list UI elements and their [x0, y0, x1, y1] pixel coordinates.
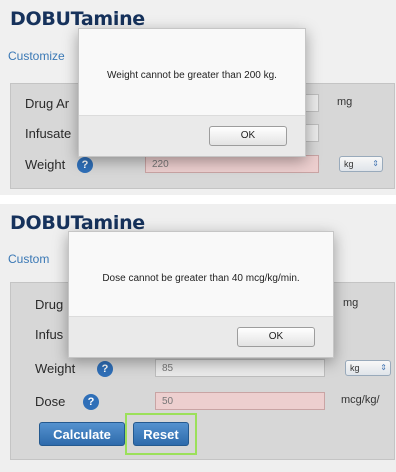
help-icon[interactable]: ? [83, 394, 99, 410]
dose-input[interactable]: 50 [155, 392, 325, 410]
alert-dialog: Weight cannot be greater than 200 kg. OK [78, 28, 306, 157]
weight-unit-value: kg [344, 159, 354, 169]
calculate-button[interactable]: Calculate [39, 422, 125, 446]
page-title: DOBUTamine [10, 8, 145, 30]
ok-button[interactable]: OK [237, 327, 315, 347]
alert-message: Dose cannot be greater than 40 mcg/kg/mi… [102, 273, 300, 284]
weight-input[interactable]: 220 [145, 155, 319, 173]
weight-input[interactable]: 85 [155, 359, 325, 377]
reset-highlight [125, 413, 197, 455]
drug-unit: mg [343, 297, 359, 309]
help-icon[interactable]: ? [77, 157, 93, 173]
weight-label: Weight [25, 157, 66, 172]
panel-dose-error: DOBUTamine Custom Drug mg Infus Weight ?… [0, 204, 396, 472]
alert-message: Weight cannot be greater than 200 kg. [107, 70, 277, 81]
dialog-footer: OK [79, 115, 305, 156]
drug-label: Drug [35, 297, 64, 312]
drug-amount-unit: mg [337, 96, 353, 108]
weight-unit-select[interactable]: kg ⇕ [339, 156, 383, 172]
customize-link[interactable]: Customize [8, 49, 65, 63]
help-icon[interactable]: ? [97, 361, 113, 377]
panel-weight-error: DOBUTamine Customize Drug Ar mg Infusate… [0, 0, 396, 195]
infusate-label: Infusate [25, 126, 72, 141]
dose-unit: mcg/kg/ [341, 394, 380, 406]
customize-link[interactable]: Custom [8, 252, 49, 266]
drug-amount-label: Drug Ar [25, 96, 70, 111]
dialog-footer: OK [69, 316, 333, 357]
chevron-updown-icon: ⇕ [380, 363, 387, 372]
infusate-label: Infus [35, 327, 64, 342]
chevron-updown-icon: ⇕ [372, 159, 379, 168]
weight-unit-select[interactable]: kg ⇕ [345, 360, 391, 376]
alert-dialog: Dose cannot be greater than 40 mcg/kg/mi… [68, 231, 334, 358]
ok-button[interactable]: OK [209, 126, 287, 146]
weight-unit-value: kg [350, 363, 360, 373]
dose-label: Dose [35, 394, 66, 409]
weight-label: Weight [35, 361, 76, 376]
